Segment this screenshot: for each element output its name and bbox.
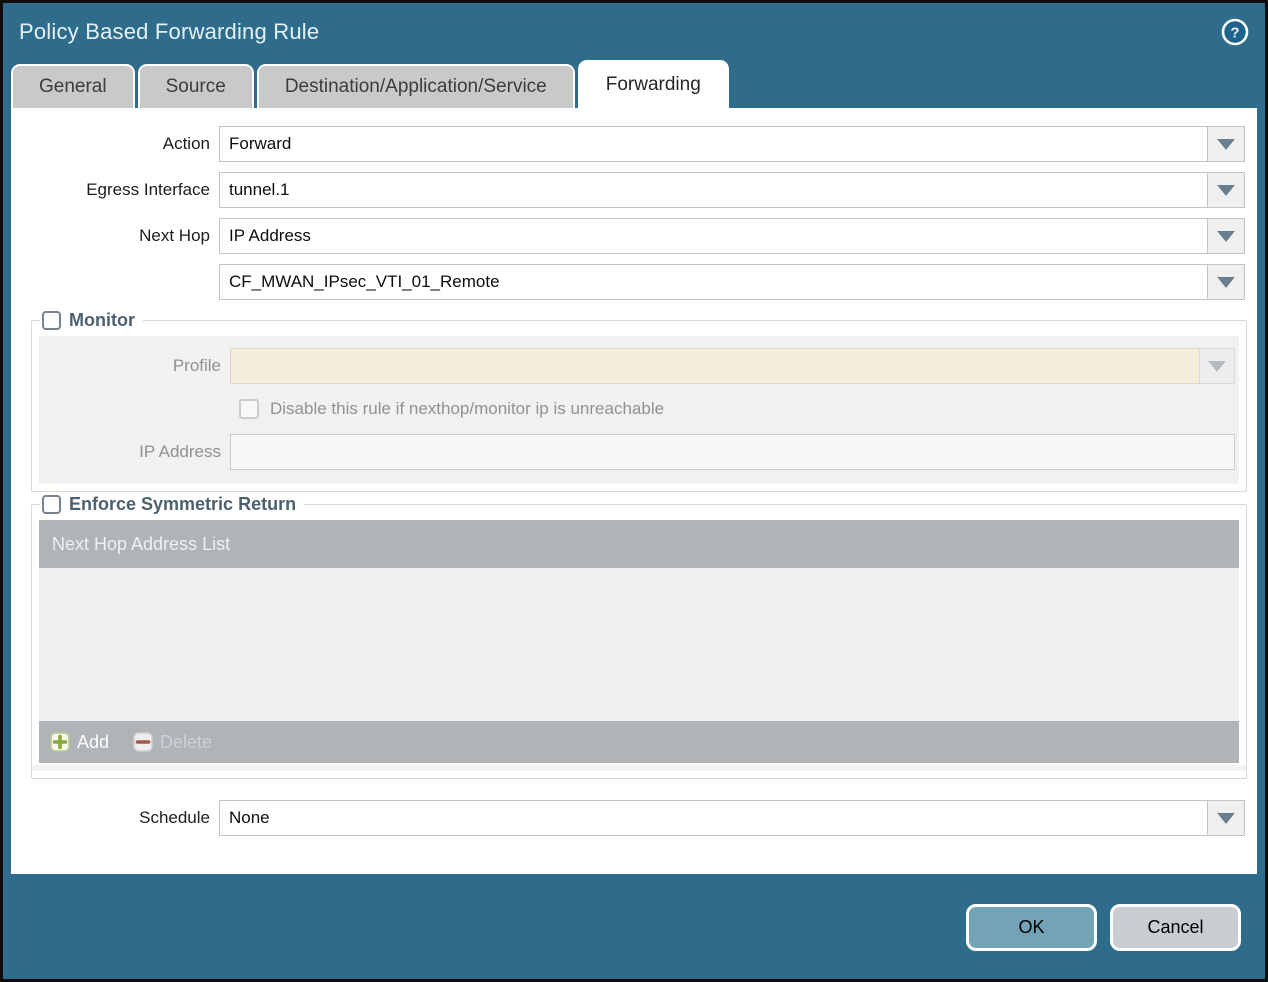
- egress-interface-row: Egress Interface tunnel.1: [11, 172, 1245, 208]
- table-bottom-strip: [32, 765, 1246, 771]
- action-label: Action: [162, 134, 210, 153]
- monitor-fieldset: Monitor Profile Disable this rule if nex…: [31, 310, 1247, 492]
- next-hop-address-list-header: Next Hop Address List: [39, 520, 1239, 568]
- dialog-title: Policy Based Forwarding Rule: [19, 18, 320, 44]
- dialog-footer: OK Cancel: [3, 875, 1265, 979]
- action-dropdown-button[interactable]: [1207, 127, 1244, 161]
- tab-destination-application-service[interactable]: Destination/Application/Service: [256, 64, 575, 108]
- profile-select-disabled: [230, 348, 1235, 384]
- forwarding-tab-panel: Action Forward Egress Interface tunnel.1…: [11, 108, 1257, 874]
- chevron-down-icon: [1217, 138, 1235, 150]
- chevron-down-icon: [1208, 360, 1226, 372]
- egress-interface-label: Egress Interface: [86, 180, 210, 199]
- profile-row: Profile: [39, 348, 1239, 384]
- next-hop-address-row: CF_MWAN_IPsec_VTI_01_Remote: [11, 264, 1245, 300]
- disable-rule-row: Disable this rule if nexthop/monitor ip …: [239, 399, 1239, 419]
- enforce-symmetric-return-title: Enforce Symmetric Return: [69, 494, 297, 514]
- next-hop-address-list-table: Next Hop Address List Add Delete: [32, 520, 1246, 771]
- next-hop-address-value: CF_MWAN_IPsec_VTI_01_Remote: [229, 272, 500, 291]
- enforce-symmetric-return-legend: Enforce Symmetric Return: [40, 494, 304, 515]
- chevron-down-icon: [1217, 184, 1235, 196]
- next-hop-type-value: IP Address: [229, 226, 311, 245]
- profile-dropdown-button: [1199, 348, 1235, 384]
- chevron-down-icon: [1217, 276, 1235, 288]
- schedule-value: None: [229, 808, 270, 827]
- egress-interface-value: tunnel.1: [229, 180, 290, 199]
- dialog-titlebar: Policy Based Forwarding Rule ?: [3, 3, 1265, 60]
- schedule-label: Schedule: [139, 808, 210, 827]
- next-hop-address-list-body[interactable]: [39, 568, 1239, 721]
- schedule-select[interactable]: None: [219, 800, 1245, 836]
- chevron-down-icon: [1217, 812, 1235, 824]
- plus-icon: [50, 732, 70, 752]
- next-hop-address-select[interactable]: CF_MWAN_IPsec_VTI_01_Remote: [219, 264, 1245, 300]
- monitor-title: Monitor: [69, 310, 135, 330]
- help-icon[interactable]: ?: [1221, 18, 1249, 46]
- enforce-symmetric-return-fieldset: Enforce Symmetric Return Next Hop Addres…: [31, 494, 1247, 779]
- monitor-legend: Monitor: [40, 310, 143, 331]
- tab-general[interactable]: General: [11, 64, 135, 108]
- add-button-label: Add: [77, 731, 110, 752]
- next-hop-label: Next Hop: [139, 226, 210, 245]
- next-hop-address-dropdown-button[interactable]: [1207, 265, 1244, 299]
- tab-source[interactable]: Source: [137, 64, 254, 108]
- minus-icon: [133, 732, 153, 752]
- svg-text:?: ?: [1230, 24, 1239, 41]
- profile-label: Profile: [172, 356, 221, 375]
- monitor-ip-address-row: IP Address: [39, 434, 1239, 470]
- enforce-symmetric-return-checkbox[interactable]: [42, 495, 61, 514]
- action-value: Forward: [229, 134, 292, 153]
- action-select[interactable]: Forward: [219, 126, 1245, 162]
- next-hop-type-select[interactable]: IP Address: [219, 218, 1245, 254]
- schedule-row: Schedule None: [11, 800, 1245, 836]
- egress-interface-select[interactable]: tunnel.1: [219, 172, 1245, 208]
- next-hop-address-list-toolbar: Add Delete: [39, 721, 1239, 763]
- cancel-button[interactable]: Cancel: [1110, 903, 1241, 951]
- ok-button[interactable]: OK: [966, 903, 1097, 951]
- next-hop-row: Next Hop IP Address: [11, 218, 1245, 254]
- tab-bar: General Source Destination/Application/S…: [3, 60, 1265, 108]
- disable-rule-label: Disable this rule if nexthop/monitor ip …: [270, 399, 665, 418]
- policy-based-forwarding-dialog: Policy Based Forwarding Rule ? General S…: [0, 0, 1268, 982]
- tab-forwarding[interactable]: Forwarding: [577, 60, 729, 108]
- monitor-panel: Profile Disable this rule if nexthop/mon…: [39, 336, 1239, 484]
- egress-interface-dropdown-button[interactable]: [1207, 173, 1244, 207]
- monitor-ip-address-field: [230, 434, 1235, 470]
- next-hop-dropdown-button[interactable]: [1207, 219, 1244, 253]
- monitor-ip-address-label: IP Address: [139, 442, 221, 461]
- delete-button[interactable]: Delete: [133, 732, 212, 753]
- disable-rule-checkbox: [239, 399, 259, 419]
- action-row: Action Forward: [11, 126, 1245, 162]
- schedule-dropdown-button[interactable]: [1207, 801, 1244, 835]
- profile-value: [230, 348, 1199, 384]
- monitor-checkbox[interactable]: [42, 311, 61, 330]
- chevron-down-icon: [1217, 230, 1235, 242]
- add-button[interactable]: Add: [50, 732, 109, 753]
- delete-button-label: Delete: [160, 731, 213, 752]
